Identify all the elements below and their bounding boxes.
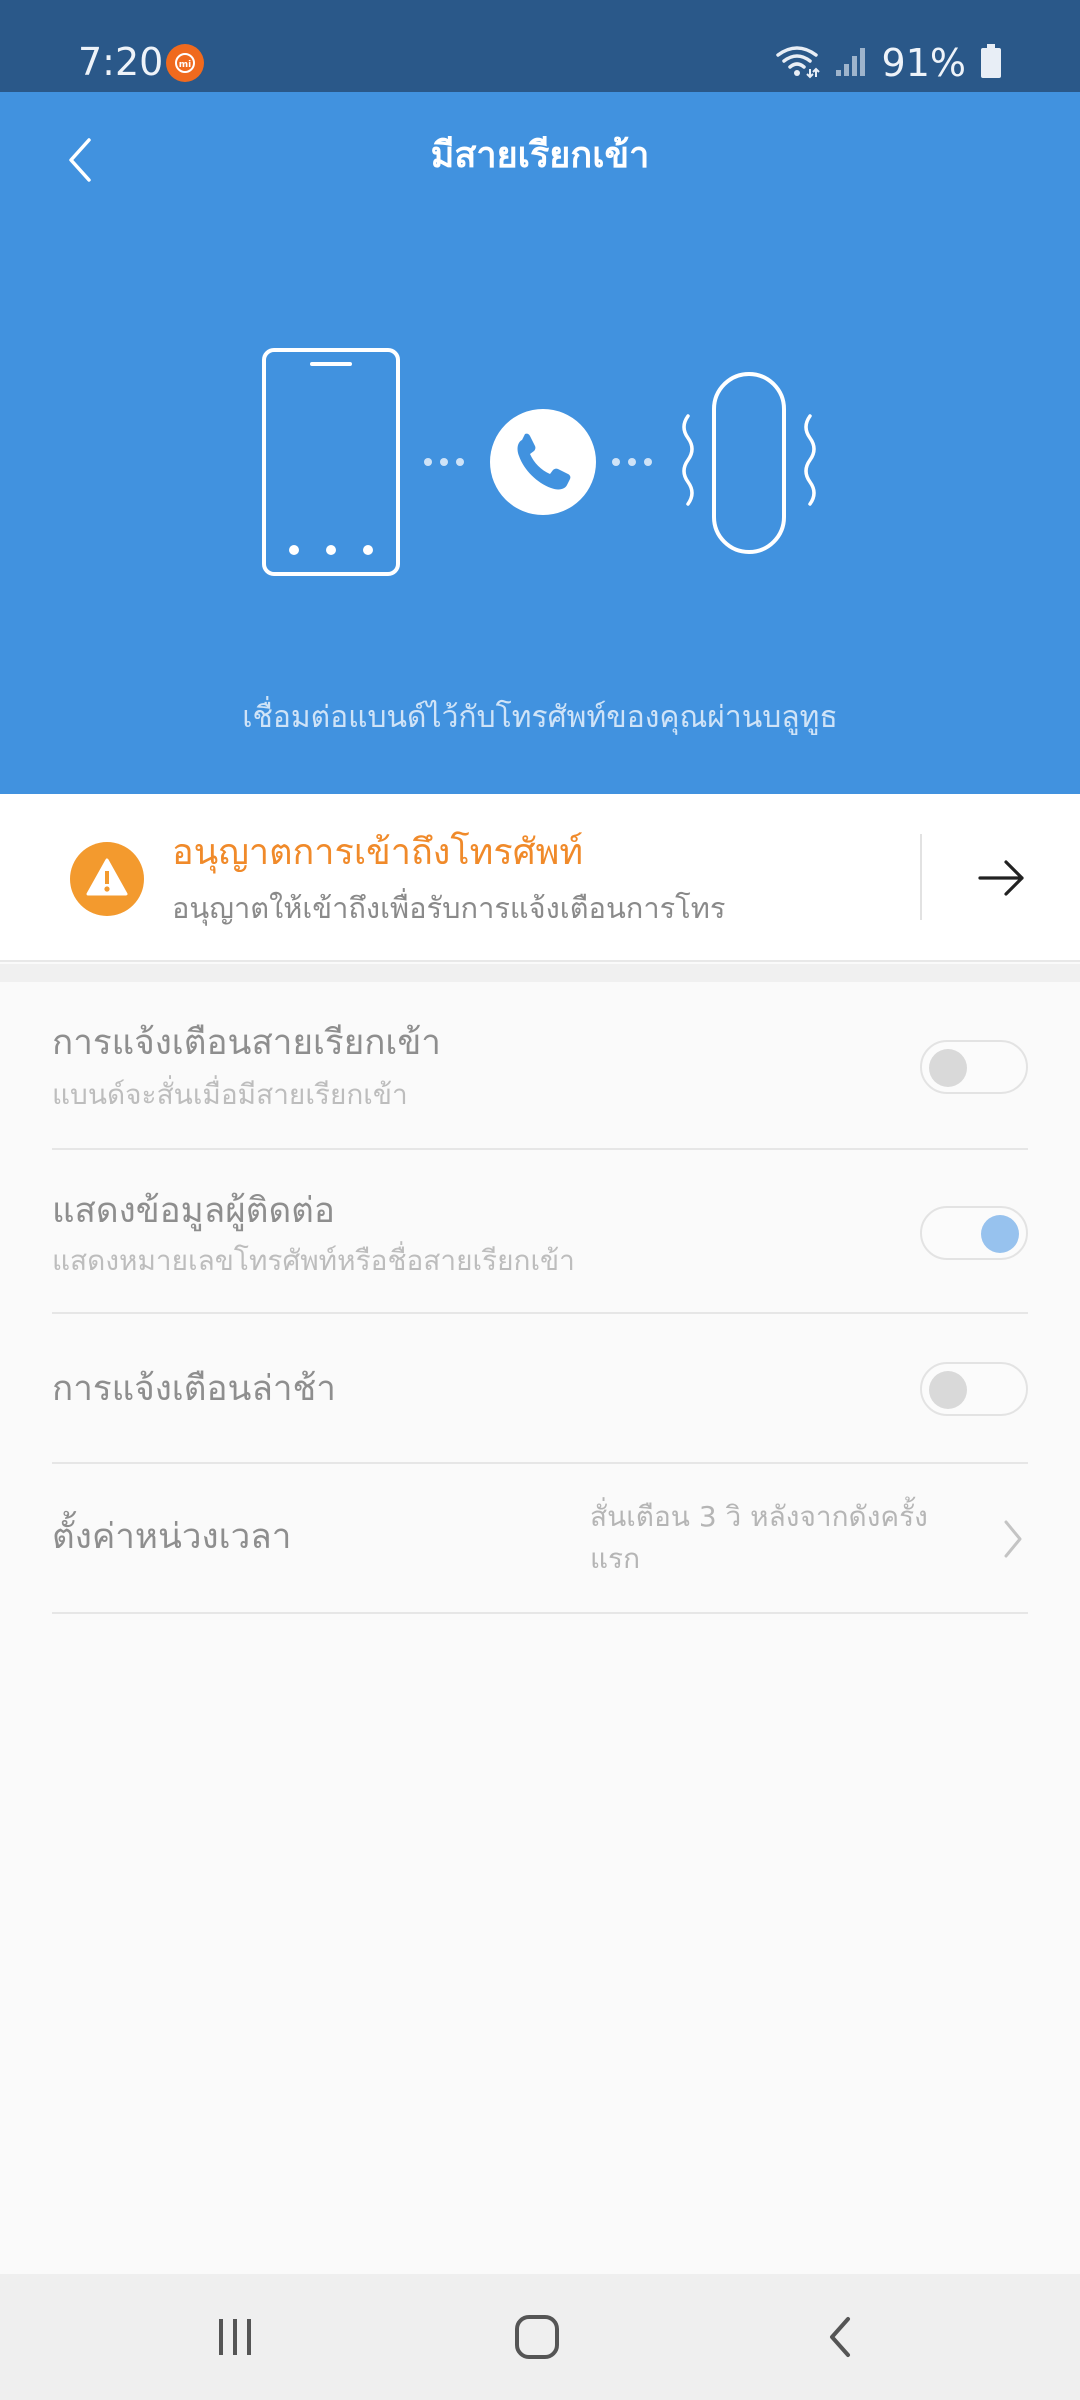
system-nav-bar (0, 2274, 1080, 2400)
toggle-knob (929, 1371, 967, 1409)
svg-text:mi: mi (179, 60, 191, 70)
mi-fit-notification-icon: mi (166, 44, 204, 82)
arrow-right-icon (978, 860, 1024, 896)
battery-percent: 91% (881, 41, 966, 85)
phone-call-icon (490, 409, 596, 515)
setting-incoming-call-alert[interactable]: การแจ้งเตือนสายเรียกเข้า แบนด์จะสั่นเมื่… (52, 982, 1028, 1150)
setting-show-contact-info[interactable]: แสดงข้อมูลผู้ติดต่อ แสดงหมายเลขโทรศัพท์ห… (52, 1150, 1028, 1314)
home-button[interactable] (482, 2292, 592, 2382)
status-time: 7:20 (78, 40, 164, 84)
cellular-signal-icon (834, 44, 868, 82)
setting-title: การแจ้งเตือนล่าช้า (52, 1369, 336, 1409)
recent-apps-button[interactable] (180, 2292, 290, 2382)
delayed-alert-toggle[interactable] (920, 1362, 1028, 1416)
setting-title: ตั้งค่าหน่วงเวลา (52, 1517, 292, 1557)
permission-title: อนุญาตการเข้าถึงโทรศัพท์ (172, 832, 584, 873)
setting-delay-time[interactable]: ตั้งค่าหน่วงเวลา สั่นเตือน 3 วิ หลังจากด… (52, 1464, 1028, 1614)
toggle-knob (929, 1049, 967, 1087)
warning-icon (70, 842, 144, 920)
wifi-icon (774, 43, 820, 83)
permission-banner[interactable] (0, 794, 1080, 962)
phone-to-band-illustration (262, 348, 816, 576)
battery-icon (980, 43, 1002, 83)
status-bar: 7:20 mi 91% (0, 0, 1080, 92)
permission-go-button[interactable] (972, 850, 1032, 906)
setting-subtitle: แบนด์จะสั่นเมื่อมีสายเรียกเข้า (52, 1078, 408, 1111)
incoming-call-alert-toggle[interactable] (920, 1040, 1028, 1094)
delay-time-value: สั่นเตือน 3 วิ หลังจากดังครั้งแรก (590, 1500, 928, 1575)
header: มีสายเรียกเข้า เชื่อมต่อแบนด์ไว้กับโทรศั… (0, 92, 1080, 794)
header-caption: เชื่อมต่อแบนด์ไว้กับโทรศัพท์ของคุณผ่านบล… (242, 700, 838, 735)
back-icon (830, 2317, 850, 2357)
show-contact-info-toggle[interactable] (920, 1206, 1028, 1260)
toggle-knob (981, 1215, 1019, 1253)
permission-subtitle: อนุญาตให้เข้าถึงเพื่อรับการแจ้งเตือนการโ… (172, 891, 726, 925)
divider (920, 834, 922, 920)
chevron-right-icon (1004, 1520, 1022, 1558)
phone-outline-icon (262, 348, 400, 576)
setting-title: การแจ้งเตือนสายเรียกเข้า (52, 1023, 441, 1063)
setting-subtitle: แสดงหมายเลขโทรศัพท์หรือชื่อสายเรียกเข้า (52, 1244, 575, 1277)
home-icon (515, 2315, 559, 2359)
recent-apps-icon (219, 2319, 251, 2355)
band-outline-icon (712, 372, 786, 554)
setting-delayed-alert[interactable]: การแจ้งเตือนล่าช้า (52, 1314, 1028, 1464)
page-title: มีสายเรียกเข้า (430, 135, 650, 176)
setting-title: แสดงข้อมูลผู้ติดต่อ (52, 1191, 335, 1231)
system-back-button[interactable] (784, 2292, 894, 2382)
section-gap (0, 964, 1080, 982)
